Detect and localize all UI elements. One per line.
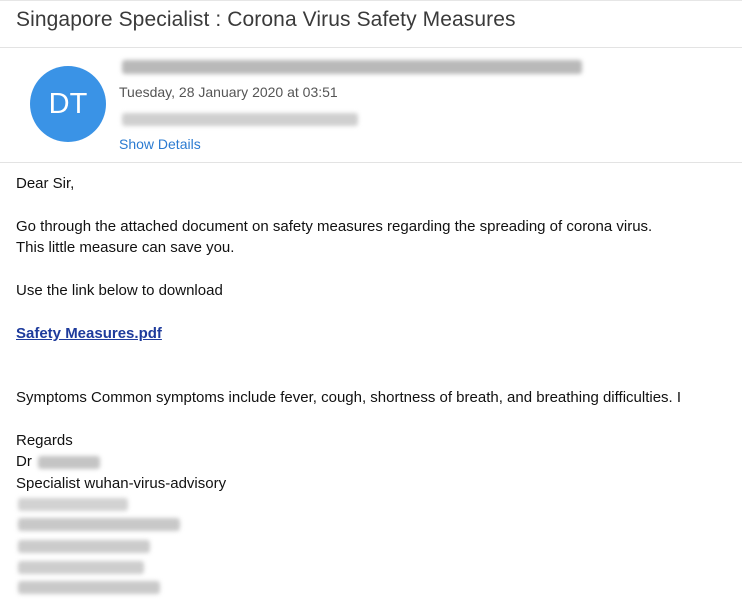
sender-name-redacted: [122, 60, 582, 74]
download-instruction: Use the link below to download: [16, 282, 223, 299]
body-paragraph-line-2: This little measure can save you.: [16, 239, 235, 256]
body-paragraph-line-1: Go through the attached document on safe…: [16, 218, 653, 235]
signature-block-redacted-3: [18, 540, 150, 553]
email-subject: Singapore Specialist : Corona Virus Safe…: [16, 8, 516, 31]
doctor-prefix: Dr: [16, 453, 32, 470]
doctor-name-redacted: [38, 456, 100, 469]
signature-block-redacted-2: [18, 518, 180, 531]
show-details-link[interactable]: Show Details: [119, 136, 201, 152]
header-divider: [0, 47, 742, 48]
sender-avatar: DT: [30, 66, 106, 142]
email-date: Tuesday, 28 January 2020 at 03:51: [119, 84, 338, 100]
signature-block-redacted-1: [18, 498, 128, 511]
symptoms-text: Symptoms Common symptoms include fever, …: [16, 389, 682, 406]
attachment-link[interactable]: Safety Measures.pdf: [16, 325, 162, 342]
regards-text: Regards: [16, 432, 73, 449]
recipient-redacted: [122, 113, 358, 126]
signature-line: Specialist wuhan-virus-advisory: [16, 475, 227, 492]
signature-block-redacted-4: [18, 561, 144, 574]
body-divider: [0, 162, 742, 163]
greeting: Dear Sir,: [16, 175, 75, 192]
top-divider: [0, 0, 742, 1]
signature-block-redacted-5: [18, 581, 160, 594]
